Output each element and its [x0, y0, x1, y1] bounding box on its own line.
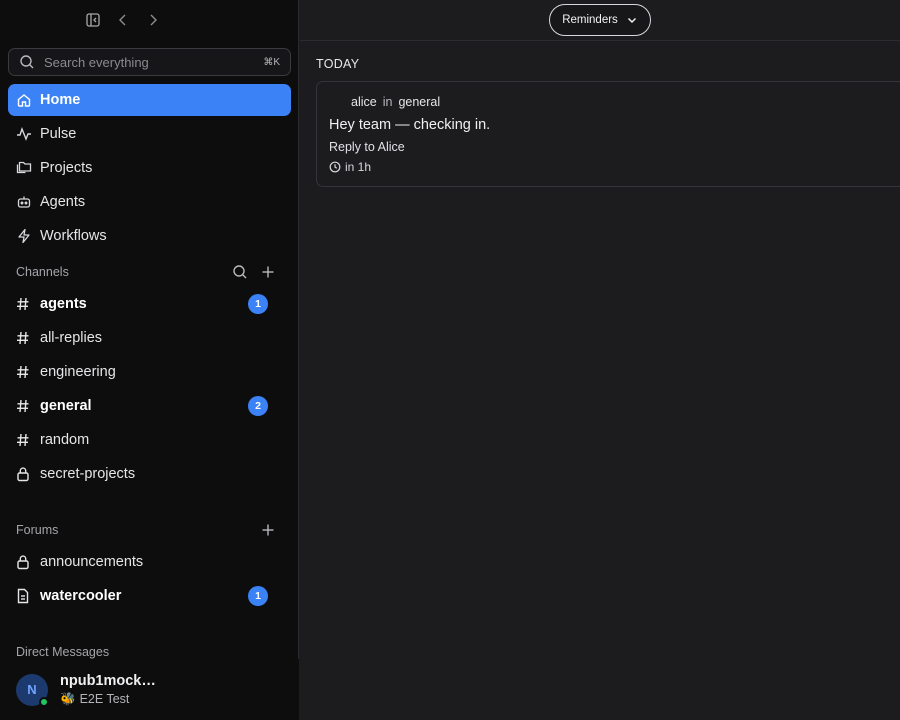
hash-icon: [16, 364, 30, 380]
nav-item-pulse[interactable]: Pulse: [8, 118, 291, 150]
channel-name: random: [40, 432, 90, 448]
channels-header: Channels: [16, 262, 276, 282]
home-icon: [16, 92, 32, 108]
search-input[interactable]: [44, 54, 264, 70]
reminder-meta: alice in general: [351, 95, 900, 109]
nav-item-home[interactable]: Home: [8, 84, 291, 116]
search-icon: [19, 54, 35, 70]
chevron-down-icon: [626, 14, 638, 26]
hash-icon: [16, 432, 30, 448]
reminder-channel[interactable]: general: [398, 95, 440, 109]
nav-item-label: Pulse: [40, 126, 77, 142]
pulse-icon: [16, 126, 32, 142]
reminders-dropdown[interactable]: Reminders: [549, 4, 651, 36]
reply-link[interactable]: Reply to Alice: [329, 140, 900, 154]
channel-name: engineering: [40, 364, 116, 380]
bot-icon: [16, 194, 32, 210]
forum-item-watercooler[interactable]: watercooler 1: [8, 580, 291, 612]
add-forum-icon[interactable]: [260, 522, 276, 538]
nav-item-workflows[interactable]: Workflows: [8, 220, 291, 252]
avatar[interactable]: N: [16, 673, 49, 707]
status-emoji: 🐝: [60, 691, 76, 706]
unread-badge: 2: [248, 396, 268, 416]
channel-name: secret-projects: [40, 466, 136, 482]
status-text: E2E Test: [79, 692, 130, 706]
main-nav: Home Pulse Projects Agents Workflows: [8, 84, 291, 254]
unread-badge: 1: [248, 586, 268, 606]
lock-icon: [16, 554, 30, 570]
search-shortcut: ⌘K: [263, 56, 280, 68]
nav-item-label: Projects: [40, 160, 93, 176]
current-user[interactable]: N npub1mock… 🐝 E2E Test: [0, 659, 299, 720]
main-panel: Reminders TODAY alice in general Hey tea…: [300, 0, 900, 720]
add-channel-icon[interactable]: [260, 264, 276, 280]
forum-list: announcements watercooler 1: [8, 546, 291, 614]
user-status: 🐝 E2E Test: [60, 692, 156, 707]
reminder-due-text: in 1h: [345, 160, 372, 174]
forum-name: announcements: [40, 554, 144, 570]
main-header: Reminders: [300, 0, 900, 41]
forward-icon[interactable]: [144, 11, 162, 29]
document-icon: [16, 588, 30, 604]
channel-item-secret-projects[interactable]: secret-projects: [8, 458, 291, 490]
nav-item-label: Home: [40, 92, 81, 108]
reminder-in-word: in: [382, 95, 393, 109]
reminder-card[interactable]: alice in general Hey team — checking in.…: [316, 81, 900, 187]
day-group-label: TODAY: [316, 57, 360, 71]
back-icon[interactable]: [114, 11, 132, 29]
forum-item-announcements[interactable]: announcements: [8, 546, 291, 578]
direct-messages-heading: Direct Messages: [16, 645, 110, 659]
clock-icon: [329, 161, 341, 173]
channel-name: agents: [40, 296, 87, 312]
sidebar-topbar: [84, 10, 162, 30]
sidebar-toggle-icon[interactable]: [84, 11, 102, 29]
nav-item-projects[interactable]: Projects: [8, 152, 291, 184]
nav-item-agents[interactable]: Agents: [8, 186, 291, 218]
channel-item-agents[interactable]: agents 1: [8, 288, 291, 320]
forum-name: watercooler: [40, 588, 122, 604]
user-info: npub1mock… 🐝 E2E Test: [60, 673, 156, 707]
lock-icon: [16, 466, 30, 482]
avatar-initial: N: [27, 682, 37, 697]
reminder-message: Hey team — checking in.: [329, 117, 491, 133]
channel-item-engineering[interactable]: engineering: [8, 356, 291, 388]
channel-name: all-replies: [40, 330, 103, 346]
reminders-label: Reminders: [562, 14, 618, 26]
channel-name: general: [40, 398, 92, 414]
nav-item-label: Workflows: [40, 228, 107, 244]
projects-icon: [16, 160, 32, 176]
channel-item-all-replies[interactable]: all-replies: [8, 322, 291, 354]
user-name: npub1mock…: [60, 672, 156, 689]
sidebar: ⌘K Home Pulse Projects Agents: [0, 0, 299, 720]
unread-badge: 1: [248, 294, 268, 314]
hash-icon: [16, 330, 30, 346]
online-status-dot: [39, 696, 49, 707]
hash-icon: [16, 398, 30, 414]
nav-item-label: Agents: [40, 194, 86, 210]
forums-header: Forums: [16, 520, 276, 540]
search-box[interactable]: ⌘K: [8, 48, 291, 76]
reminder-due: in 1h: [329, 160, 900, 174]
lightning-icon: [16, 228, 32, 244]
channel-item-random[interactable]: random: [8, 424, 291, 456]
channel-item-general[interactable]: general 2: [8, 390, 291, 422]
channel-list: agents 1 all-replies engineering general…: [8, 288, 291, 492]
forums-heading: Forums: [16, 523, 59, 537]
reminder-author[interactable]: alice: [351, 95, 377, 109]
hash-icon: [16, 296, 30, 312]
search-channels-icon[interactable]: [232, 264, 248, 280]
channels-heading: Channels: [16, 265, 69, 279]
